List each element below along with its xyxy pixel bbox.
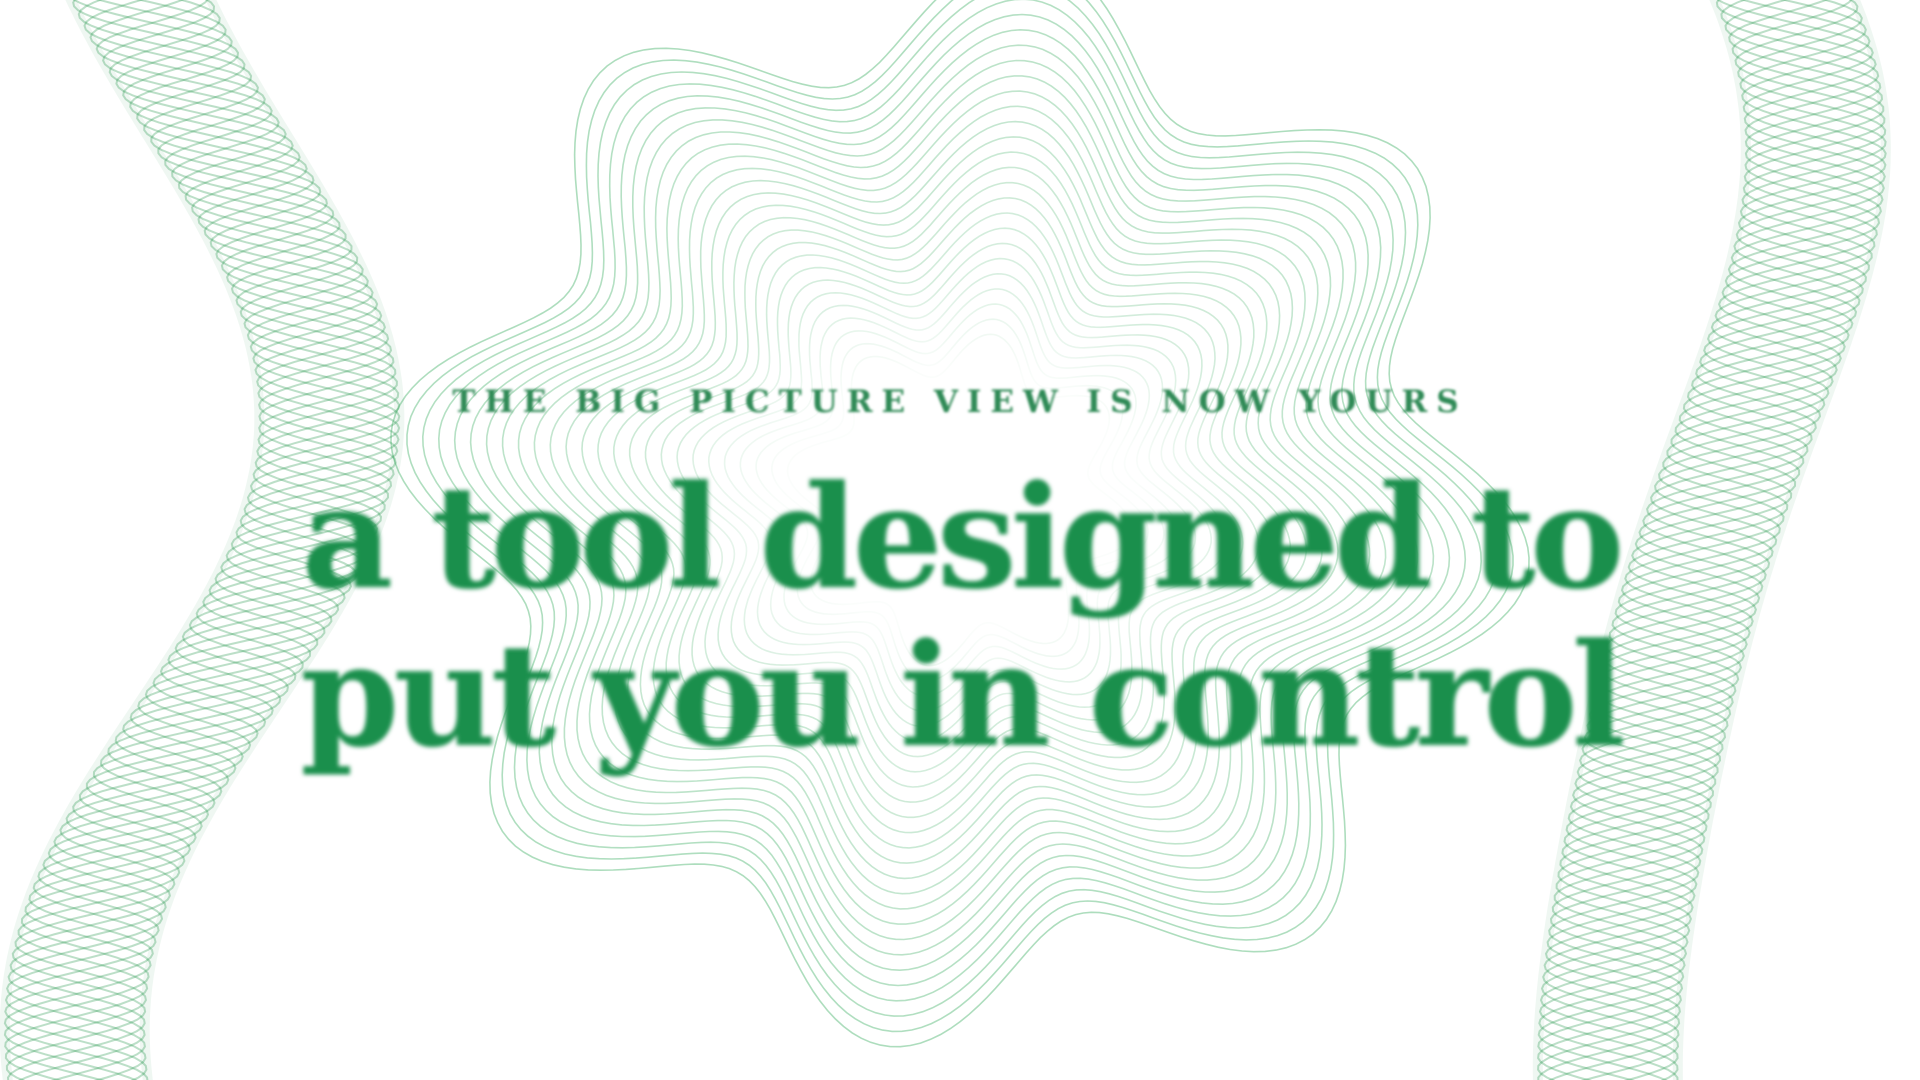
eyebrow-text: THE BIG PICTURE VIEW IS NOW YOURS bbox=[452, 384, 1468, 420]
title-card: THE BIG PICTURE VIEW IS NOW YOURS a tool… bbox=[0, 0, 1920, 1080]
headline-line-1: a tool designed to bbox=[301, 455, 1624, 621]
headline-line-2: put you in control bbox=[300, 613, 1626, 779]
headline-block: THE BIG PICTURE VIEW IS NOW YOURS a tool… bbox=[0, 0, 1920, 1080]
